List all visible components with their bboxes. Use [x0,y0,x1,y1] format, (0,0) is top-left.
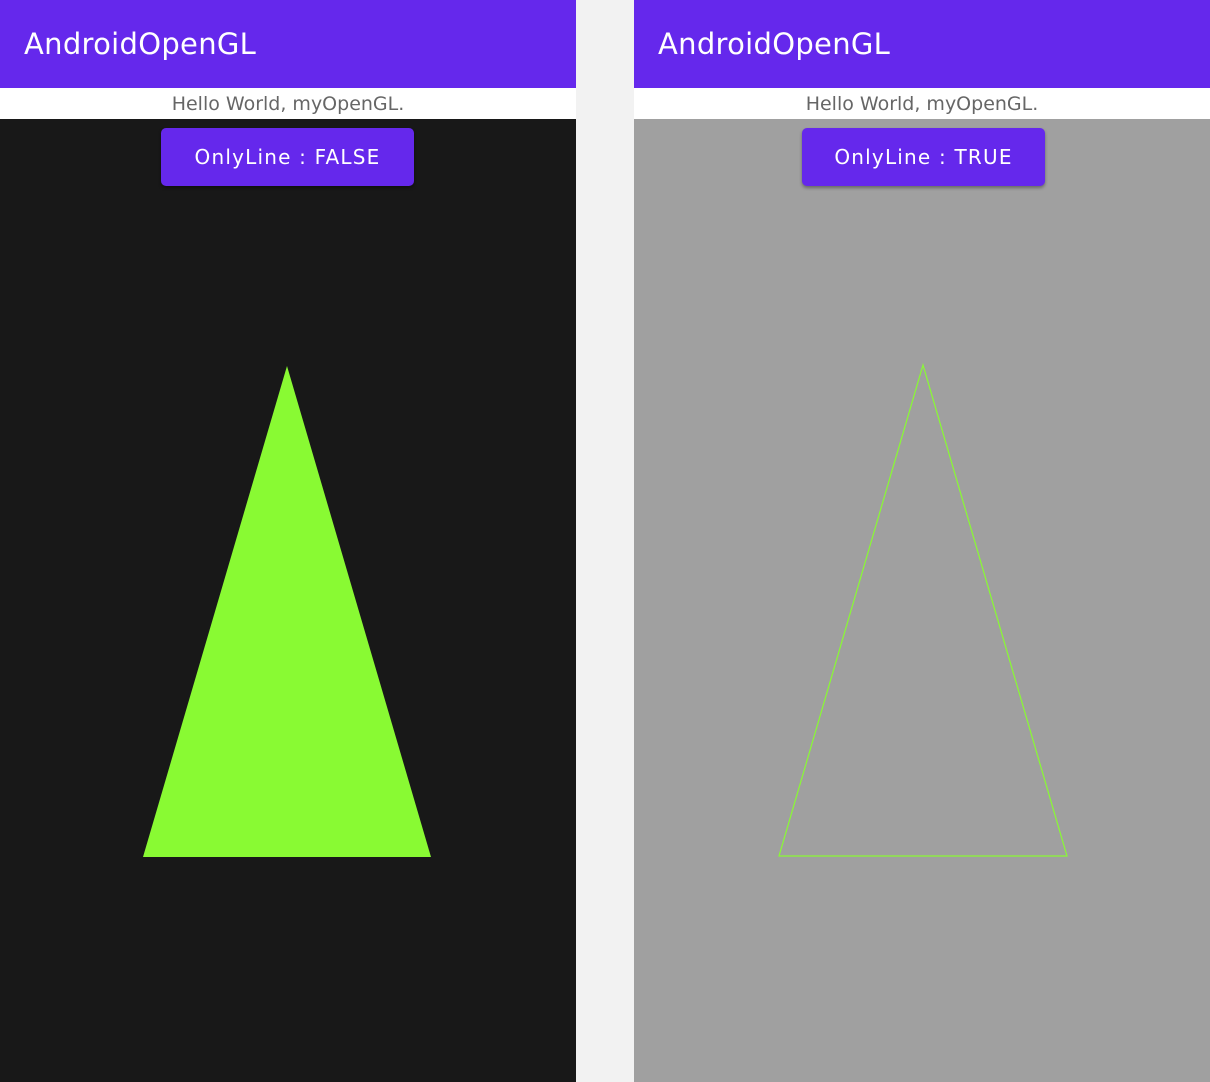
only-line-toggle-button[interactable]: OnlyLine : TRUE [802,128,1045,186]
screenshot-root: AndroidOpenGL Hello World, myOpenGL. Onl… [0,0,1210,1082]
hello-bar: Hello World, myOpenGL. [0,88,576,119]
app-bar: AndroidOpenGL [0,0,576,88]
outline-triangle [778,362,1068,857]
hello-bar: Hello World, myOpenGL. [634,88,1210,119]
only-line-toggle-button[interactable]: OnlyLine : FALSE [161,128,414,186]
phone-screen-left: AndroidOpenGL Hello World, myOpenGL. Onl… [0,0,576,1082]
hello-text: Hello World, myOpenGL. [805,92,1039,115]
app-title: AndroidOpenGL [658,27,891,61]
app-bar: AndroidOpenGL [634,0,1210,88]
filled-triangle [143,366,431,857]
app-title: AndroidOpenGL [24,27,257,61]
triangle-canvas [778,362,1068,857]
hello-text: Hello World, myOpenGL. [171,92,405,115]
triangle-canvas [143,366,431,857]
phone-screen-right: AndroidOpenGL Hello World, myOpenGL. Onl… [634,0,1210,1082]
